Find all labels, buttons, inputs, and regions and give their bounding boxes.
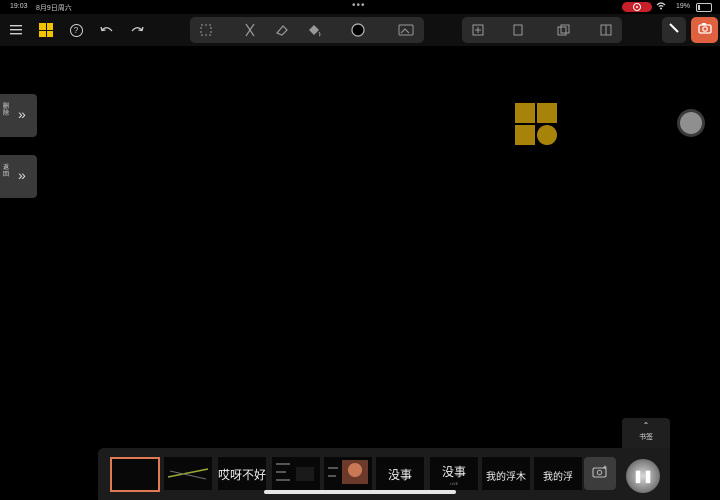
color-icon[interactable] — [348, 20, 368, 40]
camera-icon — [697, 21, 712, 39]
bookmark-label: 书签 — [639, 434, 653, 441]
side-tab-label: 返回 — [3, 165, 10, 178]
page-thumbnail[interactable]: 我的浮木 — [482, 457, 530, 490]
drawing-tools-group — [190, 17, 424, 43]
page-thumbnail[interactable] — [272, 457, 320, 490]
wifi-icon — [656, 2, 666, 12]
side-tab-label: 删除 — [3, 104, 10, 117]
redo-icon[interactable] — [127, 20, 147, 40]
status-date: 8月9日周六 — [36, 5, 72, 12]
screen-recording-icon[interactable] — [622, 2, 652, 12]
screenshot-button[interactable] — [584, 457, 616, 490]
chevron-up-down-icon: ⌃ — [642, 421, 650, 430]
chevron-double-right-icon: » — [18, 106, 26, 122]
page-thumbnail[interactable]: 没事 LIVE — [430, 457, 478, 490]
grid-logo-icon[interactable] — [36, 20, 56, 40]
top-toolbar: ? — [0, 14, 720, 46]
menu-icon[interactable] — [6, 20, 26, 40]
battery-icon — [696, 3, 712, 12]
bookmark-toggle[interactable]: ⌃ 书签 — [622, 418, 670, 448]
thumbnail-drawing — [167, 468, 209, 480]
battery-percent: 19% — [676, 3, 691, 10]
fill-icon[interactable] — [304, 20, 324, 40]
camera-plus-icon — [592, 465, 608, 483]
app-logo-watermark — [515, 103, 557, 145]
thumbnail-text: 我的浮 — [543, 472, 573, 483]
page-tools-group — [462, 17, 622, 43]
page-thumbnail[interactable]: 哎呀不好 — [218, 457, 266, 490]
thumbnail-subtext: LIVE — [449, 481, 459, 486]
status-bar: 19:03 8月9日周六 ••• 19% — [0, 0, 720, 14]
home-indicator[interactable] — [264, 490, 456, 494]
image-icon[interactable] — [396, 20, 416, 40]
chevron-double-right-icon: » — [18, 167, 26, 183]
page-thumbnail[interactable] — [324, 457, 372, 490]
select-icon[interactable] — [196, 20, 216, 40]
pen-mode-button[interactable] — [662, 17, 686, 43]
pause-button[interactable]: ❚❚ — [626, 459, 660, 493]
thumbnail-text: 我的浮木 — [486, 472, 526, 483]
split-page-icon[interactable] — [596, 20, 616, 40]
copy-page-icon[interactable] — [554, 20, 574, 40]
thumbnail-text: 没事 — [387, 468, 412, 482]
page-thumbnail[interactable]: 我的浮 — [534, 457, 582, 490]
page-thumbnail[interactable]: 没事 — [376, 457, 424, 490]
assistive-touch-button[interactable] — [680, 112, 702, 134]
thumbnail-drawing — [328, 460, 368, 484]
status-time: 19:03 — [10, 3, 28, 10]
page-settings-icon[interactable] — [508, 20, 528, 40]
cut-icon[interactable] — [240, 20, 260, 40]
page-thumbnail[interactable] — [164, 457, 212, 490]
side-tab-delete[interactable]: 删除 » — [0, 94, 37, 137]
pen-icon — [668, 21, 680, 39]
camera-button[interactable] — [691, 17, 718, 43]
thumbnail-text: 哎呀不好 — [218, 468, 266, 482]
thumbnail-text: 没事 — [441, 465, 466, 479]
side-tab-back[interactable]: 返回 » — [0, 155, 37, 198]
multitask-dots-icon[interactable]: ••• — [352, 0, 366, 11]
eraser-icon[interactable] — [272, 20, 292, 40]
help-icon[interactable]: ? — [66, 20, 86, 40]
thumbnail-drawing — [276, 463, 314, 481]
add-page-icon[interactable] — [468, 20, 488, 40]
pause-icon: ❚❚ — [632, 469, 654, 483]
page-thumbnail[interactable] — [110, 457, 160, 492]
undo-icon[interactable] — [97, 20, 117, 40]
